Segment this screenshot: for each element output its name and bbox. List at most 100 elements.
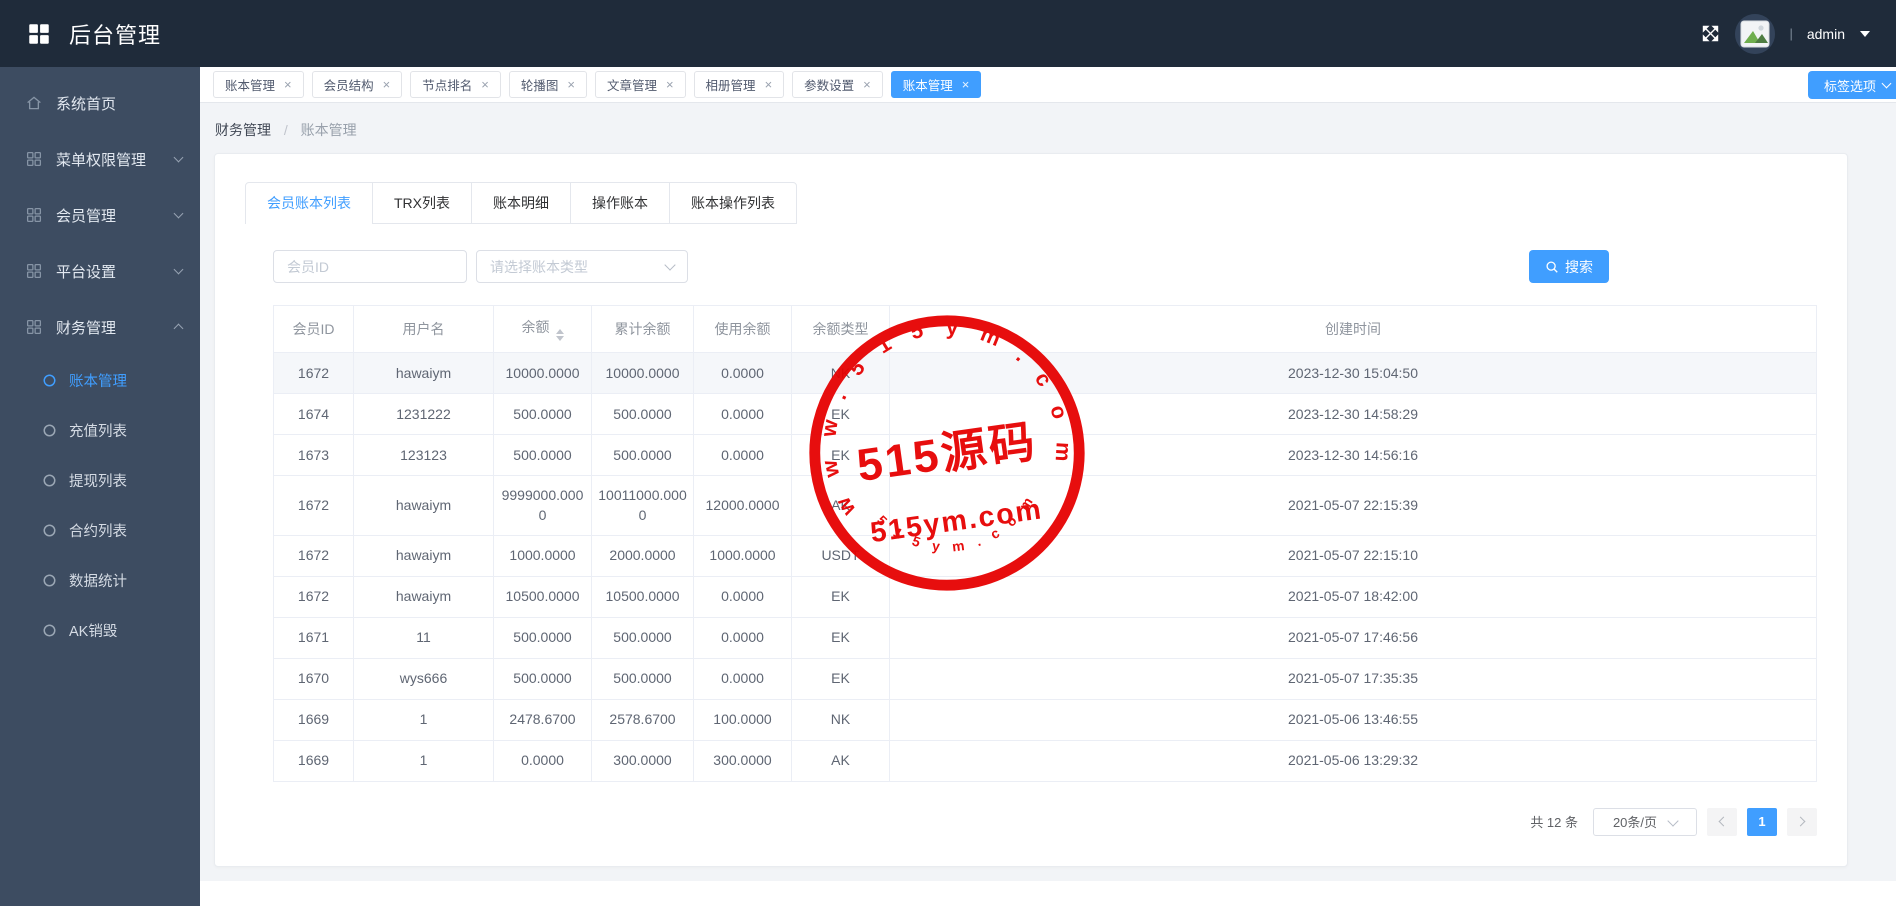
- table-cell: 0.0000: [693, 658, 792, 700]
- tabbar-tab[interactable]: 参数设置 ×: [792, 71, 883, 98]
- close-icon[interactable]: ×: [666, 78, 674, 91]
- table-cell: 1672: [273, 475, 354, 536]
- grid-icon: [25, 318, 43, 336]
- next-page-button[interactable]: [1787, 807, 1817, 836]
- breadcrumb-item[interactable]: 财务管理: [215, 122, 271, 138]
- table-cell: 2021-05-06 13:29:32: [889, 740, 1817, 782]
- sidebar-item[interactable]: 平台设置: [0, 243, 200, 299]
- page-size-select[interactable]: 20条/页: [1593, 807, 1697, 836]
- sidebar-menu: 系统首页菜单权限管理 会员管理 平台设置财务管理账本管理充值列表 提现列表 合约列表数据…: [0, 75, 200, 655]
- sidebar-subitem[interactable]: 充值列表: [0, 405, 200, 455]
- sidebar-subitem[interactable]: 数据统计: [0, 555, 200, 605]
- tabbar-tab[interactable]: 节点排名 ×: [410, 71, 501, 98]
- table-cell: 2021-05-07 22:15:10: [889, 535, 1817, 577]
- sidebar-item[interactable]: 系统首页: [0, 75, 200, 131]
- panel-tab-label: 账本操作列表: [691, 195, 775, 211]
- sidebar-item-label: 系统首页: [56, 95, 117, 113]
- main-area: 账本管理 × 会员结构 × 节点排名 × 轮播图 × 文章管理 × 相册管理 × 参数设置 × 账本管理 × …: [200, 67, 1896, 906]
- table-cell: 2021-05-07 17:35:35: [889, 658, 1817, 700]
- member-id-input[interactable]: [273, 250, 467, 283]
- footer-space: [200, 880, 1896, 906]
- sidebar-item[interactable]: 菜单权限管理: [0, 131, 200, 187]
- tabbar-tab-label: 相册管理: [705, 79, 756, 93]
- table-cell: 1000.0000: [493, 535, 592, 577]
- table-cell: hawaiym: [353, 535, 494, 577]
- table-cell: 0.0000: [693, 617, 792, 659]
- tabbar-tab[interactable]: 账本管理 ×: [890, 71, 982, 98]
- page-number-button[interactable]: 1: [1747, 807, 1777, 836]
- table-cell: 12000.0000: [693, 475, 792, 536]
- tabbar-tab-label: 会员结构: [323, 79, 374, 93]
- column-header: 使用余额: [693, 305, 792, 353]
- close-icon[interactable]: ×: [481, 78, 489, 91]
- top-header: 后台管理 | admin: [0, 0, 1896, 67]
- fullscreen-expand-icon[interactable]: [1700, 23, 1721, 44]
- tabbar-tab-label: 参数设置: [804, 79, 855, 93]
- close-icon[interactable]: ×: [765, 78, 773, 91]
- table-row: 1669 1 0.0000 300.0000 300.0000 AK 2021-05-06 …: [273, 740, 1817, 782]
- sidebar-item[interactable]: 会员管理: [0, 187, 200, 243]
- column-header-label: 用户名: [402, 320, 445, 337]
- panel-tab[interactable]: TRX列表: [372, 183, 471, 223]
- panel-tab[interactable]: 操作账本: [570, 183, 669, 223]
- sidebar-subitem-label: 数据统计: [69, 573, 127, 590]
- sidebar-subitem[interactable]: 账本管理: [0, 355, 200, 405]
- sidebar-subitem[interactable]: 合约列表: [0, 505, 200, 555]
- table-cell: 1231222: [353, 393, 494, 435]
- table-cell: 0.0000: [693, 352, 792, 394]
- close-icon[interactable]: ×: [567, 78, 575, 91]
- tabbar-tab[interactable]: 会员结构 ×: [311, 71, 403, 98]
- chevron-down-icon: [173, 208, 184, 219]
- content-area: 财务管理 / 账本管理 会员账本列表 TRX列表 账本明细 操作账本 账本操作列表 请选…: [200, 103, 1896, 906]
- grid-logo-icon: [26, 21, 52, 47]
- table-cell: NK: [791, 352, 890, 394]
- breadcrumb-separator: /: [283, 122, 288, 138]
- table-cell: AK: [791, 740, 890, 782]
- tabbar-tab-label: 账本管理: [902, 79, 953, 93]
- tabbar-tab[interactable]: 相册管理 ×: [693, 71, 785, 98]
- prev-page-button[interactable]: [1707, 807, 1737, 836]
- table-cell: NK: [791, 699, 890, 741]
- page-size-label: 20条/页: [1612, 815, 1658, 831]
- column-header-label: 余额: [521, 319, 550, 335]
- table-row: 1672 hawaiym 1000.0000 2000.0000 1000.0000 US…: [273, 535, 1817, 577]
- sidebar-item[interactable]: 财务管理: [0, 299, 200, 355]
- tabbar-tab[interactable]: 文章管理 ×: [594, 71, 686, 98]
- table-cell: 1669: [273, 740, 354, 782]
- caret-down-icon[interactable]: [1860, 30, 1870, 37]
- header-right: | admin: [1700, 13, 1870, 54]
- close-icon[interactable]: ×: [863, 78, 871, 91]
- table-cell: EK: [791, 434, 890, 476]
- sidebar-item-label: 财务管理: [56, 319, 117, 337]
- tabbar-tab[interactable]: 轮播图 ×: [508, 71, 587, 98]
- close-icon[interactable]: ×: [383, 78, 391, 91]
- panel-tab[interactable]: 会员账本列表: [246, 183, 372, 224]
- table-cell: 500.0000: [493, 658, 592, 700]
- panel-card: 会员账本列表 TRX列表 账本明细 操作账本 账本操作列表 请选择账本类型 搜索: [214, 153, 1848, 867]
- panel-tab[interactable]: 账本操作列表: [669, 183, 796, 223]
- chevron-down-icon: [173, 264, 184, 275]
- tag-options-label: 标签选项: [1823, 78, 1876, 94]
- close-icon[interactable]: ×: [962, 78, 970, 91]
- sidebar-subitem-label: 账本管理: [69, 373, 127, 390]
- panel-tabs: 会员账本列表 TRX列表 账本明细 操作账本 账本操作列表: [245, 182, 797, 224]
- panel-tab[interactable]: 账本明细: [471, 183, 570, 223]
- username[interactable]: admin: [1807, 26, 1845, 42]
- sort-caret-icon[interactable]: [555, 329, 564, 341]
- column-header[interactable]: 余额: [493, 305, 592, 353]
- tabbar-tab[interactable]: 账本管理 ×: [213, 71, 304, 98]
- avatar[interactable]: [1735, 13, 1776, 54]
- search-button[interactable]: 搜索: [1529, 250, 1609, 283]
- circle-icon: [42, 573, 57, 588]
- sidebar-subitem[interactable]: AK销毁: [0, 605, 200, 655]
- sidebar-subitem[interactable]: 提现列表: [0, 455, 200, 505]
- chevron-up-icon: [173, 323, 184, 334]
- panel-tab-label: 操作账本: [592, 195, 648, 211]
- close-icon[interactable]: ×: [284, 78, 292, 91]
- table-cell: 10000.0000: [493, 352, 592, 394]
- chevron-down-icon: [664, 258, 676, 271]
- table-row: 1671 11 500.0000 500.0000 0.0000 EK 2021-05-07…: [273, 617, 1817, 659]
- ledger-table: 会员ID 用户名 余额 累计余额 使用余额 余额类型 创建时间 1672 hawaiym 100…: [273, 305, 1817, 782]
- account-type-select[interactable]: 请选择账本类型: [476, 250, 688, 283]
- tag-options-button[interactable]: 标签选项: [1807, 71, 1896, 99]
